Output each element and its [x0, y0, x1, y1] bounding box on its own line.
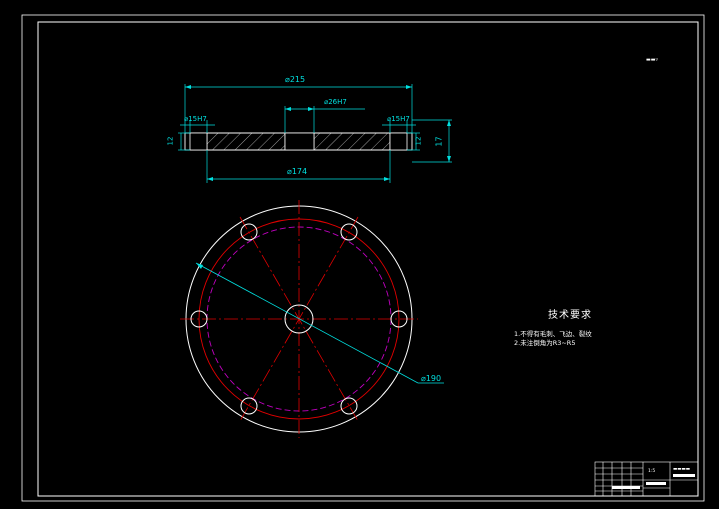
- dim-left-height: 12: [166, 136, 175, 146]
- dim-right-hole: ⌀15H7: [387, 115, 410, 123]
- section-right-hole: [389, 132, 408, 151]
- tech-note-2: 2.未注倒角为R3~R5: [514, 339, 576, 347]
- roughness-mark: ▬▬▿: [646, 57, 658, 63]
- plan-view: [180, 200, 444, 438]
- dim-outer-diameter: ⌀215: [285, 75, 306, 84]
- section-view: [178, 84, 452, 183]
- dim-inner-diameter: ⌀174: [287, 167, 308, 176]
- title-block-name: ▬▬▬▬: [673, 467, 691, 472]
- dim-bolt-circle: ⌀190: [421, 374, 442, 383]
- title-block-fill-1: [646, 482, 666, 485]
- drawing-canvas: [21, 14, 705, 502]
- section-bore: [284, 132, 315, 151]
- dim-center-bore: ⌀26H7: [324, 98, 347, 106]
- title-block-fill-2: [673, 474, 695, 477]
- dim-left-hole: ⌀15H7: [184, 115, 207, 123]
- title-block-scale: 1:5: [648, 469, 656, 474]
- sheet-border: [21, 14, 705, 502]
- section-left-hole: [189, 132, 208, 151]
- bolt-circle-leader: [195, 262, 419, 384]
- section-hatch-right: [313, 132, 391, 151]
- section-hatch-left: [206, 132, 286, 151]
- tech-requirements-title: 技术要求: [548, 310, 592, 321]
- dim-right-height: 12: [414, 136, 423, 146]
- drawing-frame: [37, 21, 699, 497]
- title-block-fill-3: [612, 486, 640, 489]
- dim-overall-height: 17: [434, 136, 444, 147]
